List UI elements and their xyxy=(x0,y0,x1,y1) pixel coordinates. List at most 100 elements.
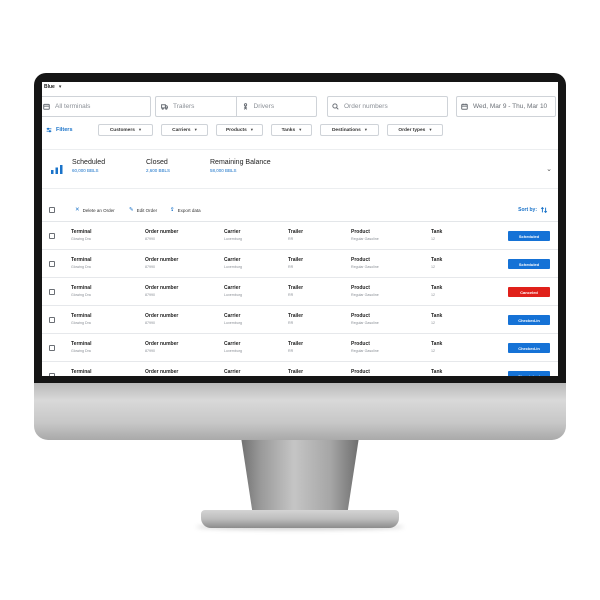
terminal-value: Glowing Dra xyxy=(71,293,91,297)
product-cell: Product Regular Gasoline xyxy=(351,369,379,376)
carrier-cell: Carrier Luxemburg xyxy=(224,229,242,241)
chevron-down-icon: ▾ xyxy=(58,84,62,90)
order-numbers-field[interactable]: Order numbers xyxy=(327,96,448,117)
terminal-cell: Terminal Glowing Dra xyxy=(71,341,91,353)
tank-cell: Tank 12 xyxy=(431,313,442,325)
closed-value: 2,600 BBLS xyxy=(146,168,171,173)
delete-order-button[interactable]: ✕ Delete an Order xyxy=(75,207,115,213)
export-data-button[interactable]: ⇪ Export data xyxy=(170,207,201,213)
trailer-cell: Trailer RR xyxy=(288,369,303,376)
export-data-label: Export data xyxy=(177,207,201,213)
status-badge[interactable]: Scheduled xyxy=(508,231,550,241)
product-value: Regular Gasoline xyxy=(351,237,379,241)
chevron-down-icon[interactable]: ⌄ xyxy=(546,165,552,173)
products-filter[interactable]: Products ▾ xyxy=(216,124,263,136)
monitor-screen: Blue ▾ All terminals Trailers Drivers Or… xyxy=(42,82,558,376)
order-number-cell: Order number 87990 xyxy=(145,313,178,325)
monitor-stand-base xyxy=(201,510,399,528)
row-checkbox[interactable] xyxy=(49,317,55,323)
product-value: Regular Gasoline xyxy=(351,349,379,353)
edit-order-label: Edit Order xyxy=(136,207,158,213)
status-badge[interactable]: Checked-in xyxy=(508,343,550,353)
product-header: Product xyxy=(351,229,370,235)
trailers-drivers-group: Trailers Drivers xyxy=(155,96,317,117)
filters-label: Filters xyxy=(56,127,73,133)
trailers-field[interactable]: Trailers xyxy=(156,97,236,116)
filters-toggle[interactable]: Filters xyxy=(46,127,90,133)
table-row[interactable]: Terminal Glowing Dra Order number 87990 … xyxy=(42,334,558,362)
order-number-cell: Order number 87990 xyxy=(145,257,178,269)
sort-by-button[interactable]: Sort by: xyxy=(518,206,548,214)
select-all-checkbox[interactable] xyxy=(49,207,55,213)
order-numbers-placeholder: Order numbers xyxy=(344,103,388,110)
account-menu[interactable]: Blue ▾ xyxy=(44,84,61,90)
terminal-cell: Terminal Glowing Dra xyxy=(71,229,91,241)
row-checkbox[interactable] xyxy=(49,261,55,267)
terminal-value: Glowing Dra xyxy=(71,237,91,241)
customers-filter[interactable]: Customers ▾ xyxy=(98,124,153,136)
row-checkbox[interactable] xyxy=(49,289,55,295)
tank-cell: Tank 12 xyxy=(431,341,442,353)
table-row[interactable]: Terminal Glowing Dra Order number 87990 … xyxy=(42,222,558,250)
trailer-value: RR xyxy=(288,265,294,269)
row-checkbox[interactable] xyxy=(49,233,55,239)
summary-panel: Scheduled 60,000 BBLS Closed 2,600 BBLS … xyxy=(42,149,558,189)
tank-header: Tank xyxy=(431,313,443,319)
filter-label: Products xyxy=(225,127,247,133)
table-row[interactable]: Terminal Glowing Dra Order number 87990 … xyxy=(42,250,558,278)
terminal-header: Terminal xyxy=(71,341,92,347)
order-types-filter[interactable]: Order types ▾ xyxy=(387,124,443,136)
terminal-cell: Terminal Glowing Dra xyxy=(71,257,91,269)
date-range-field[interactable]: Wed, Mar 9 - Thu, Mar 10 xyxy=(456,96,556,117)
carrier-cell: Carrier Luxemburg xyxy=(224,369,242,376)
row-checkbox[interactable] xyxy=(49,345,55,351)
monitor-stand-neck xyxy=(241,440,359,520)
carrier-header: Carrier xyxy=(224,257,241,263)
trailer-cell: Trailer RR xyxy=(288,229,303,241)
status-badge[interactable]: Dispatched xyxy=(508,371,550,376)
scheduled-stat: Scheduled 60,000 BBLS xyxy=(72,159,105,173)
filter-label: Customers xyxy=(109,127,135,133)
chevron-down-icon: ▾ xyxy=(364,127,368,132)
truck-icon xyxy=(161,104,168,110)
calendar-icon xyxy=(461,103,468,110)
edit-order-button[interactable]: ✎ Edit Order xyxy=(129,207,157,213)
table-row[interactable]: Terminal Glowing Dra Order number 87990 … xyxy=(42,362,558,376)
upload-icon: ⇪ xyxy=(170,207,175,213)
tank-value: 12 xyxy=(431,265,435,269)
status-badge[interactable]: Checked-in xyxy=(508,315,550,325)
terminals-field[interactable]: All terminals xyxy=(42,96,151,117)
drivers-placeholder: Drivers xyxy=(253,103,275,110)
trailer-value: RR xyxy=(288,321,294,325)
tank-cell: Tank 12 xyxy=(431,229,442,241)
tank-header: Tank xyxy=(431,229,443,235)
status-badge[interactable]: Canceled xyxy=(508,287,550,297)
table-row[interactable]: Terminal Glowing Dra Order number 87990 … xyxy=(42,278,558,306)
product-value: Regular Gasoline xyxy=(351,321,379,325)
tank-header: Tank xyxy=(431,341,443,347)
order-number-cell: Order number 87990 xyxy=(145,369,178,376)
destinations-filter[interactable]: Destinations ▾ xyxy=(320,124,379,136)
tanks-filter[interactable]: Tanks ▾ xyxy=(271,124,312,136)
bar-chart-icon xyxy=(42,164,72,174)
trailer-header: Trailer xyxy=(288,257,304,263)
carriers-filter[interactable]: Carriers ▾ xyxy=(161,124,208,136)
person-icon xyxy=(243,103,247,110)
trailer-header: Trailer xyxy=(288,341,304,347)
sort-icon xyxy=(540,206,548,214)
table-row[interactable]: Terminal Glowing Dra Order number 87990 … xyxy=(42,306,558,334)
status-badge[interactable]: Scheduled xyxy=(508,259,550,269)
search-icon xyxy=(332,103,339,110)
row-checkbox[interactable] xyxy=(49,373,55,376)
terminal-value: Glowing Dra xyxy=(71,349,91,353)
pencil-icon: ✎ xyxy=(129,207,134,213)
scheduled-value: 60,000 BBLS xyxy=(72,168,99,173)
product-cell: Product Regular Gasoline xyxy=(351,313,379,325)
tank-header: Tank xyxy=(431,369,443,375)
product-value: Regular Gasoline xyxy=(351,293,379,297)
drivers-field[interactable]: Drivers xyxy=(235,97,317,116)
carrier-header: Carrier xyxy=(224,341,241,347)
trailer-cell: Trailer RR xyxy=(288,341,303,353)
carrier-cell: Carrier Luxemburg xyxy=(224,285,242,297)
chevron-down-icon: ▾ xyxy=(194,127,197,132)
